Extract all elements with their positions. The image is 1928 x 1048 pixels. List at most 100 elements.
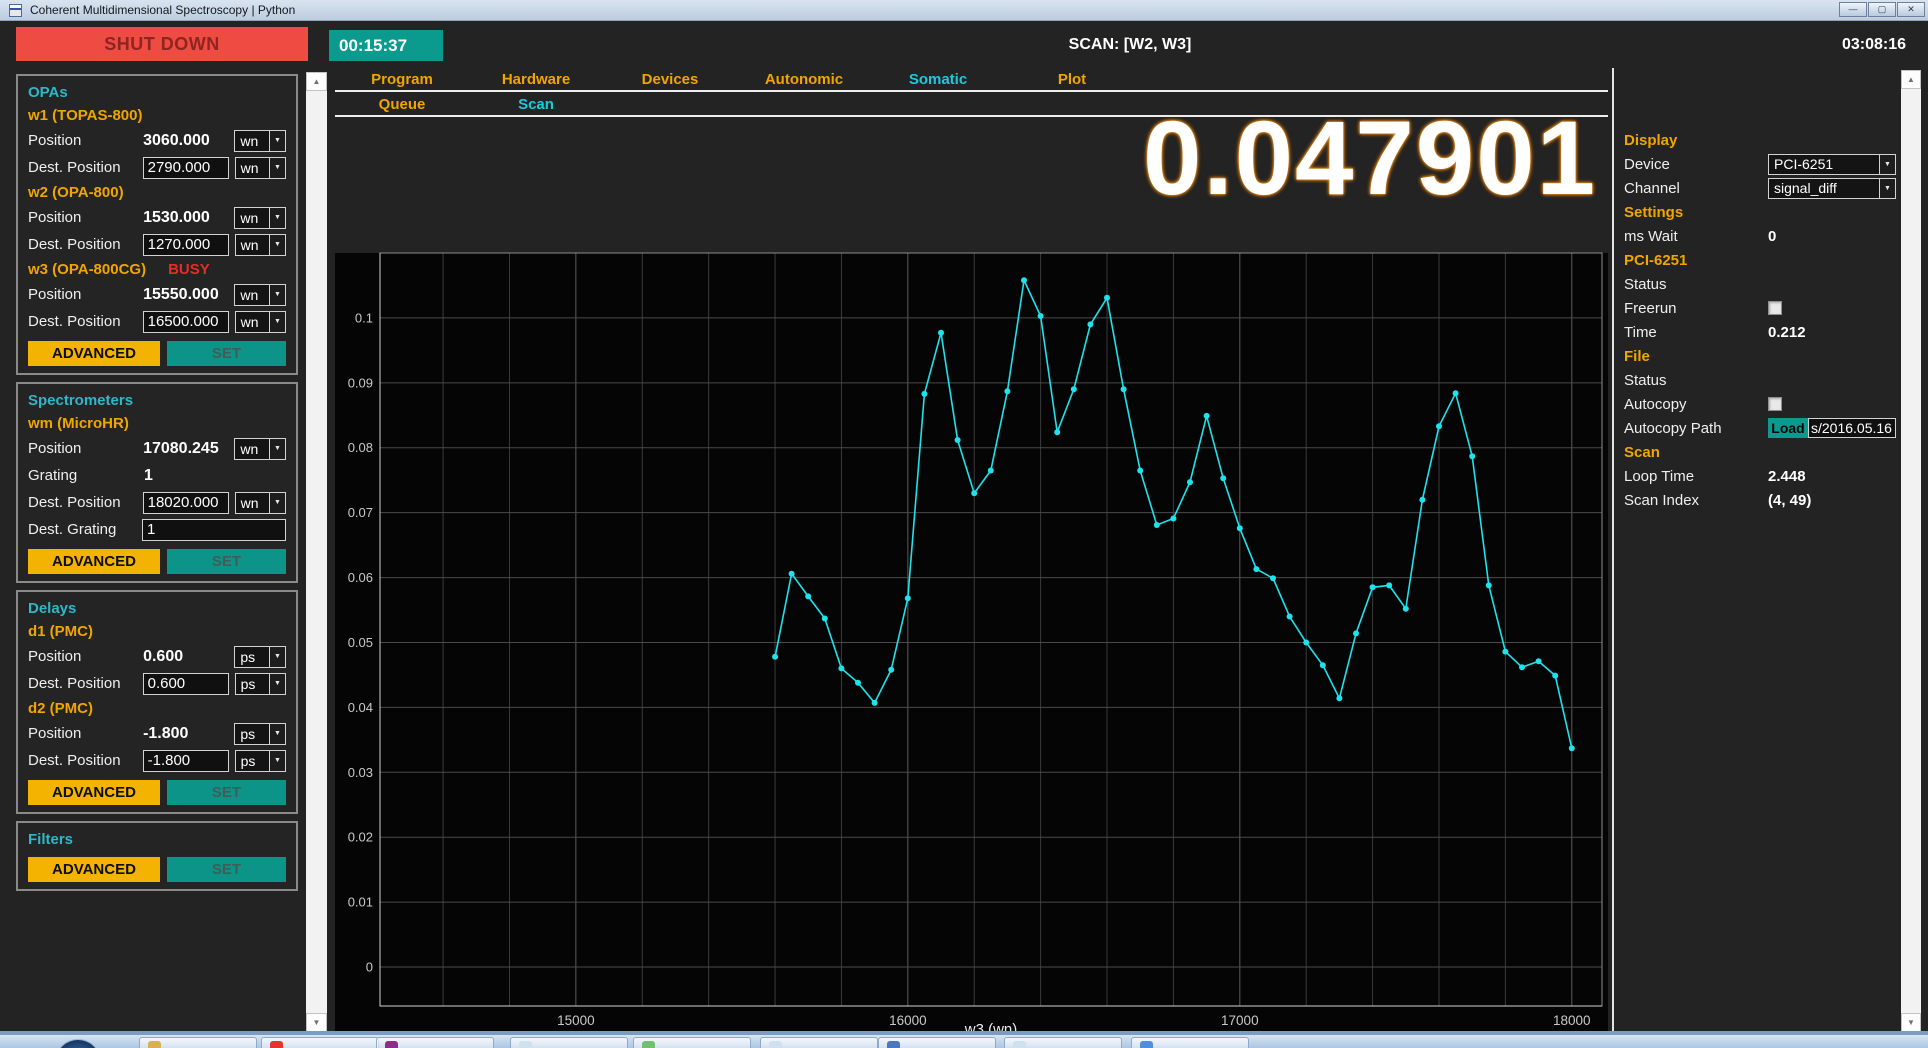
title-bar: Coherent Multidimensional Spectroscopy |… [0,0,1928,21]
dest-position-input[interactable] [143,234,229,256]
advanced-button[interactable]: ADVANCED [28,341,160,366]
dest-position-input[interactable] [143,157,229,179]
tab-hardware[interactable]: Hardware [469,70,603,90]
unit-dropdown[interactable]: wn▼ [235,492,286,514]
scroll-up-icon[interactable]: ▲ [306,72,327,91]
field-row: Position1530.000wn▼ [28,204,286,231]
unit-dropdown[interactable]: ps▼ [234,723,286,745]
button-row: ADVANCED SET [28,780,286,805]
right-scrollbar[interactable]: ▲ ▼ [1901,70,1921,1032]
unit-dropdown[interactable]: ps▼ [234,646,286,668]
unit-dropdown[interactable]: wn▼ [235,157,286,179]
taskbar-item[interactable] [510,1037,628,1048]
group-title: Spectrometers [28,389,286,412]
autocopy-path-input[interactable] [1808,418,1896,438]
shutdown-button[interactable]: SHUT DOWN [16,27,308,61]
data-point [1403,606,1409,612]
taskbar-item[interactable] [139,1037,257,1048]
app-window: Coherent Multidimensional Spectroscopy |… [0,0,1928,1048]
close-icon[interactable]: ✕ [1897,2,1925,17]
tab-autonomic[interactable]: Autonomic [737,70,871,90]
unit-dropdown[interactable]: wn▼ [235,311,286,333]
dest-position-input[interactable] [143,750,229,772]
setting-label: Autocopy Path [1624,420,1768,437]
taskbar-item[interactable] [633,1037,751,1048]
scroll-up-icon[interactable]: ▲ [1901,70,1921,89]
taskbar-item-icon [1013,1041,1026,1048]
taskbar-item-icon [1140,1041,1153,1048]
field-label: Dest. Position [28,675,143,692]
dest-position-input[interactable] [143,492,229,514]
setting-value: (4, 49) [1768,492,1811,509]
section-heading: Scan [1624,444,1660,461]
chevron-down-icon: ▼ [269,647,285,667]
data-point [1370,584,1376,590]
unit-dropdown[interactable]: ps▼ [235,750,286,772]
minimize-icon[interactable]: — [1839,2,1867,17]
device-status-badge: BUSY [168,261,210,278]
tab-program[interactable]: Program [335,70,469,90]
field-label: Position [28,286,143,303]
unit-dropdown[interactable]: wn▼ [234,284,286,306]
unit-dropdown[interactable]: wn▼ [234,130,286,152]
unit-dropdown[interactable]: wn▼ [234,438,286,460]
taskbar-item[interactable] [1131,1037,1249,1048]
set-button[interactable]: SET [167,857,286,882]
load-button[interactable]: Load [1768,418,1808,438]
unit-dropdown[interactable]: wn▼ [235,234,286,256]
settings-row: Status [1624,272,1896,296]
data-point [789,571,795,577]
taskbar-item-icon [385,1041,398,1048]
set-button[interactable]: SET [167,341,286,366]
taskbar-item[interactable] [376,1037,494,1048]
data-point [1137,468,1143,474]
advanced-button[interactable]: ADVANCED [28,857,160,882]
dest-position-input[interactable] [143,311,229,333]
scroll-down-icon[interactable]: ▼ [1901,1013,1921,1032]
data-point [971,490,977,496]
data-point [1569,745,1575,751]
taskbar-item[interactable] [261,1037,379,1048]
field-row: Position15550.000wn▼ [28,281,286,308]
settings-row: Scan Index(4, 49) [1624,488,1896,512]
y-tick-label: 0.03 [348,765,373,780]
hardware-panel: OPAsw1 (TOPAS-800)Position3060.000wn▼Des… [16,74,298,898]
set-button[interactable]: SET [167,549,286,574]
settings-row: Channelsignal_diff▼ [1624,176,1896,200]
chevron-down-icon: ▼ [269,158,285,178]
settings-row: File [1624,344,1896,368]
setting-label: Scan Index [1624,492,1768,509]
maximize-icon[interactable]: ▢ [1868,2,1896,17]
taskbar-item[interactable] [1004,1037,1122,1048]
tab-somatic[interactable]: Somatic [871,70,1005,90]
scroll-down-icon[interactable]: ▼ [306,1013,327,1032]
unit-dropdown[interactable]: wn▼ [234,207,286,229]
tab-plot[interactable]: Plot [1005,70,1139,90]
setting-dropdown[interactable]: PCI-6251▼ [1768,154,1896,175]
start-button-icon[interactable] [56,1039,100,1048]
taskbar-item[interactable] [878,1037,996,1048]
position-readout: 1 [144,467,230,485]
device-heading: w2 (OPA-800) [28,181,286,204]
dest-position-input[interactable] [142,519,286,541]
button-row: ADVANCED SET [28,857,286,882]
dest-position-input[interactable] [143,673,229,695]
set-button[interactable]: SET [167,780,286,805]
setting-dropdown[interactable]: signal_diff▼ [1768,178,1896,199]
unit-value: wn [236,312,269,332]
checkbox[interactable] [1768,301,1782,315]
left-scrollbar[interactable]: ▲ ▼ [306,72,327,1032]
unit-dropdown[interactable]: ps▼ [235,673,286,695]
advanced-button[interactable]: ADVANCED [28,780,160,805]
advanced-button[interactable]: ADVANCED [28,549,160,574]
data-point [805,593,811,599]
unit-value: wn [236,235,269,255]
taskbar-item-icon [519,1041,532,1048]
section-heading: Settings [1624,204,1683,221]
device-settings-panel: DisplayDevicePCI-6251▼Channelsignal_diff… [1624,128,1896,512]
vertical-separator [1612,68,1614,1034]
tab-devices[interactable]: Devices [603,70,737,90]
taskbar-item[interactable] [760,1037,878,1048]
field-label: Position [28,440,143,457]
checkbox[interactable] [1768,397,1782,411]
